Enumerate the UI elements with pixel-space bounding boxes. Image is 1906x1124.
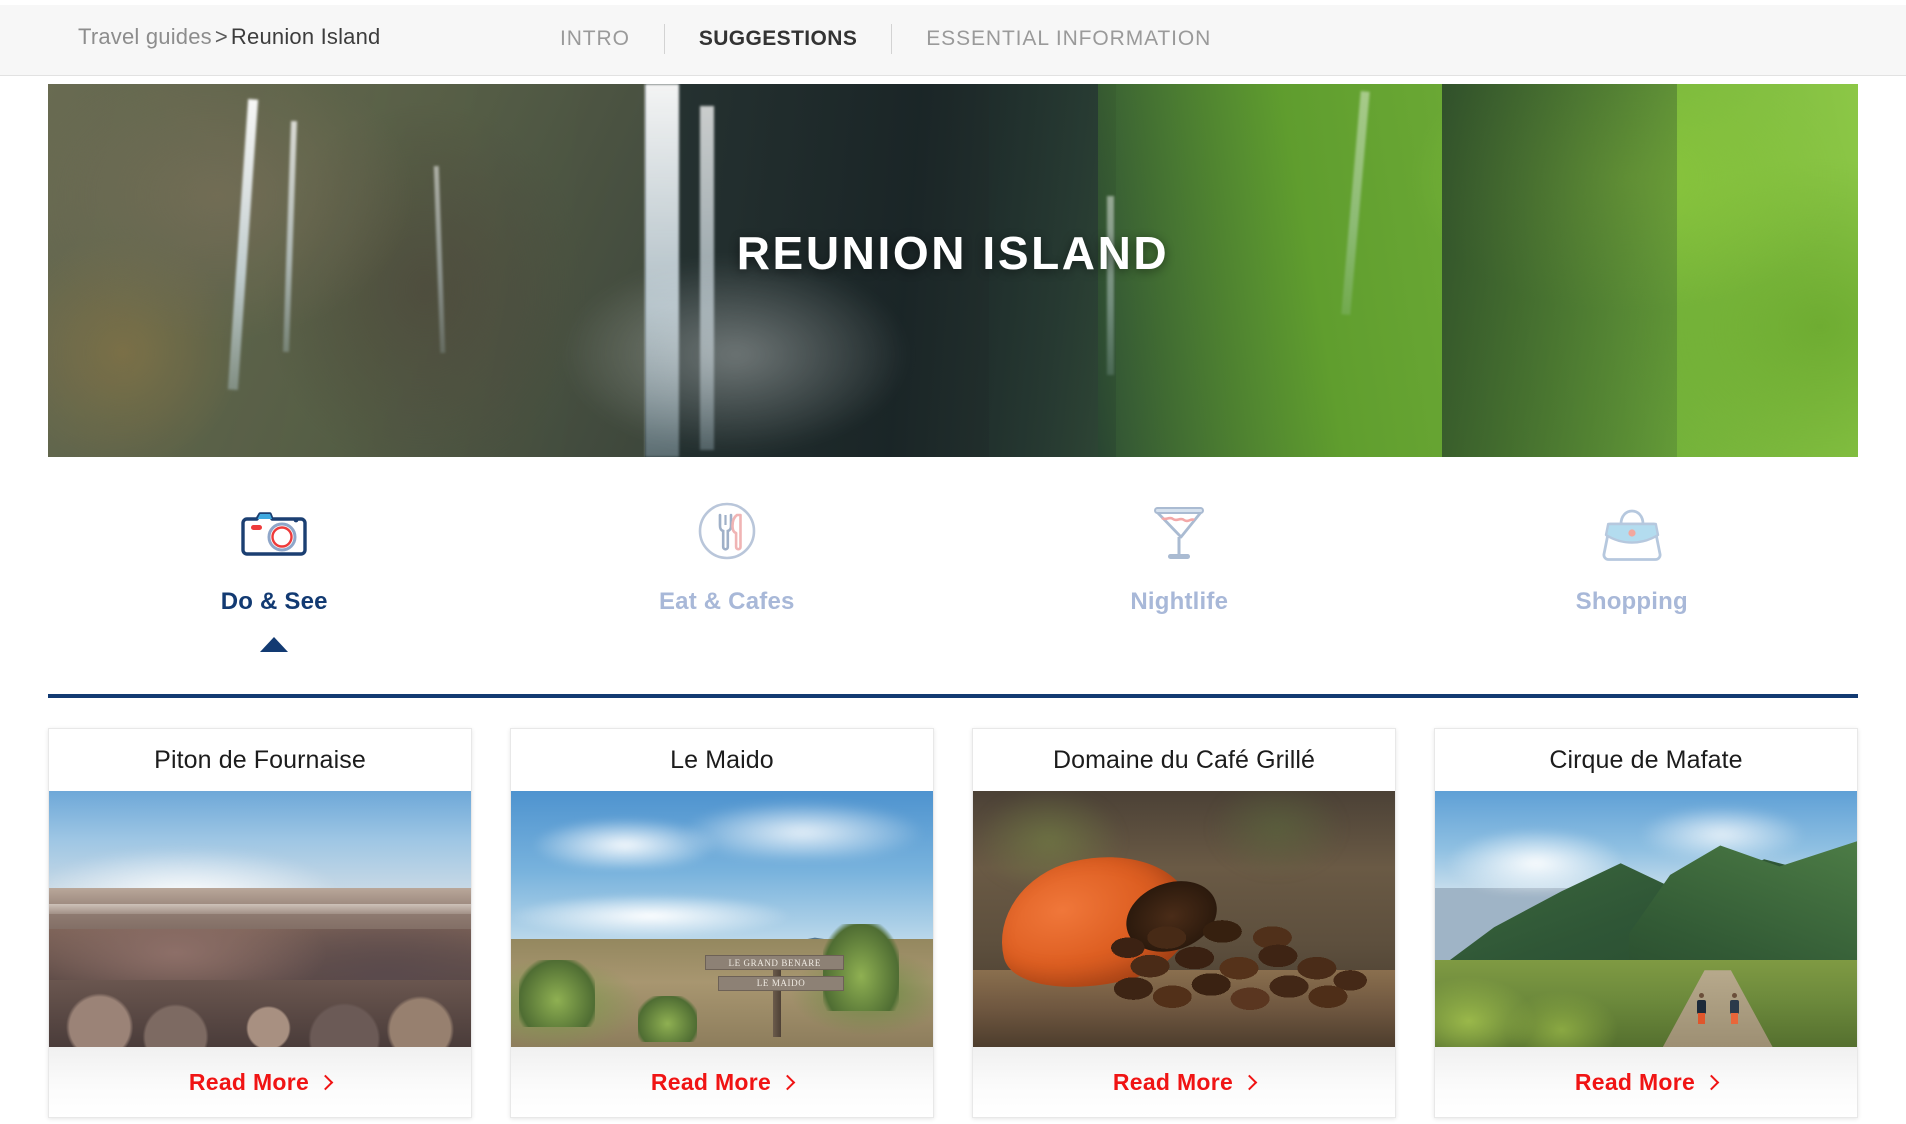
read-more-label: Read More xyxy=(1112,1068,1234,1095)
read-more-button[interactable]: Read More xyxy=(188,1068,334,1096)
card-footer: Read More xyxy=(1435,1047,1857,1117)
category-tab-shopping[interactable]: Shopping xyxy=(1406,492,1859,616)
chevron-right-icon xyxy=(1241,1074,1258,1091)
primary-nav: INTRO SUGGESTIONS ESSENTIAL INFORMATION xyxy=(560,22,1245,56)
category-label-nightlife: Nightlife xyxy=(1130,588,1229,615)
suggestion-card-grid: Piton de Fournaise Read More Le Maido LE… xyxy=(48,728,1858,1118)
card-footer: Read More xyxy=(973,1047,1395,1117)
breadcrumb-separator: > xyxy=(214,24,228,49)
card-image xyxy=(973,791,1395,1047)
card-image xyxy=(1435,791,1857,1047)
breadcrumb-leaf[interactable]: Reunion Island xyxy=(231,24,381,49)
card-title: Domaine du Café Grillé xyxy=(973,729,1395,791)
suggestion-card[interactable]: Domaine du Café Grillé Read More xyxy=(972,728,1396,1118)
read-more-label: Read More xyxy=(1574,1068,1696,1095)
card-footer: Read More xyxy=(49,1047,471,1117)
category-tabs: Do & See Eat & Cafes Nightlife Shopping xyxy=(48,492,1858,704)
cocktail-icon xyxy=(953,492,1406,570)
trail-sign-lower: LE MAIDO xyxy=(717,975,845,991)
category-tab-do-and-see[interactable]: Do & See xyxy=(48,492,501,652)
category-underline xyxy=(48,694,1858,698)
hero-title: REUNION ISLAND xyxy=(736,227,1170,279)
card-title: Piton de Fournaise xyxy=(49,729,471,791)
read-more-label: Read More xyxy=(650,1068,772,1095)
nav-tab-essential-information[interactable]: ESSENTIAL INFORMATION xyxy=(892,22,1245,56)
breadcrumb: Travel guides > Reunion Island xyxy=(78,24,381,50)
card-footer: Read More xyxy=(511,1047,933,1117)
card-image: LE GRAND BENARE LE MAIDO xyxy=(511,791,933,1047)
trail-sign-upper: LE GRAND BENARE xyxy=(705,955,845,971)
read-more-button[interactable]: Read More xyxy=(1574,1068,1720,1096)
suggestion-card[interactable]: Piton de Fournaise Read More xyxy=(48,728,472,1118)
cutlery-icon xyxy=(501,492,954,570)
chevron-right-icon xyxy=(317,1074,334,1091)
suggestion-card[interactable]: Le Maido LE GRAND BENARE LE MAIDO Read M… xyxy=(510,728,934,1118)
card-title: Le Maido xyxy=(511,729,933,791)
nav-tab-suggestions[interactable]: SUGGESTIONS xyxy=(665,22,891,56)
camera-icon xyxy=(48,492,501,570)
card-image xyxy=(49,791,471,1047)
chevron-right-icon xyxy=(779,1074,796,1091)
category-label-do-and-see: Do & See xyxy=(220,588,328,615)
read-more-button[interactable]: Read More xyxy=(1112,1068,1258,1096)
active-tab-arrow xyxy=(260,637,289,652)
category-tab-eat-and-cafes[interactable]: Eat & Cafes xyxy=(501,492,954,616)
breadcrumb-root[interactable]: Travel guides xyxy=(78,24,212,49)
top-bar: Travel guides > Reunion Island INTRO SUGGE… xyxy=(0,0,1906,76)
category-label-shopping: Shopping xyxy=(1575,588,1688,615)
category-tab-nightlife[interactable]: Nightlife xyxy=(953,492,1406,616)
hero-banner: REUNION ISLAND xyxy=(48,84,1858,457)
suggestion-card[interactable]: Cirque de Mafate Read More xyxy=(1434,728,1858,1118)
read-more-label: Read More xyxy=(188,1068,310,1095)
card-title: Cirque de Mafate xyxy=(1435,729,1857,791)
handbag-icon xyxy=(1406,492,1859,570)
chevron-right-icon xyxy=(1703,1074,1720,1091)
read-more-button[interactable]: Read More xyxy=(650,1068,796,1096)
category-label-eat-and-cafes: Eat & Cafes xyxy=(658,588,795,615)
nav-tab-intro[interactable]: INTRO xyxy=(560,22,664,56)
